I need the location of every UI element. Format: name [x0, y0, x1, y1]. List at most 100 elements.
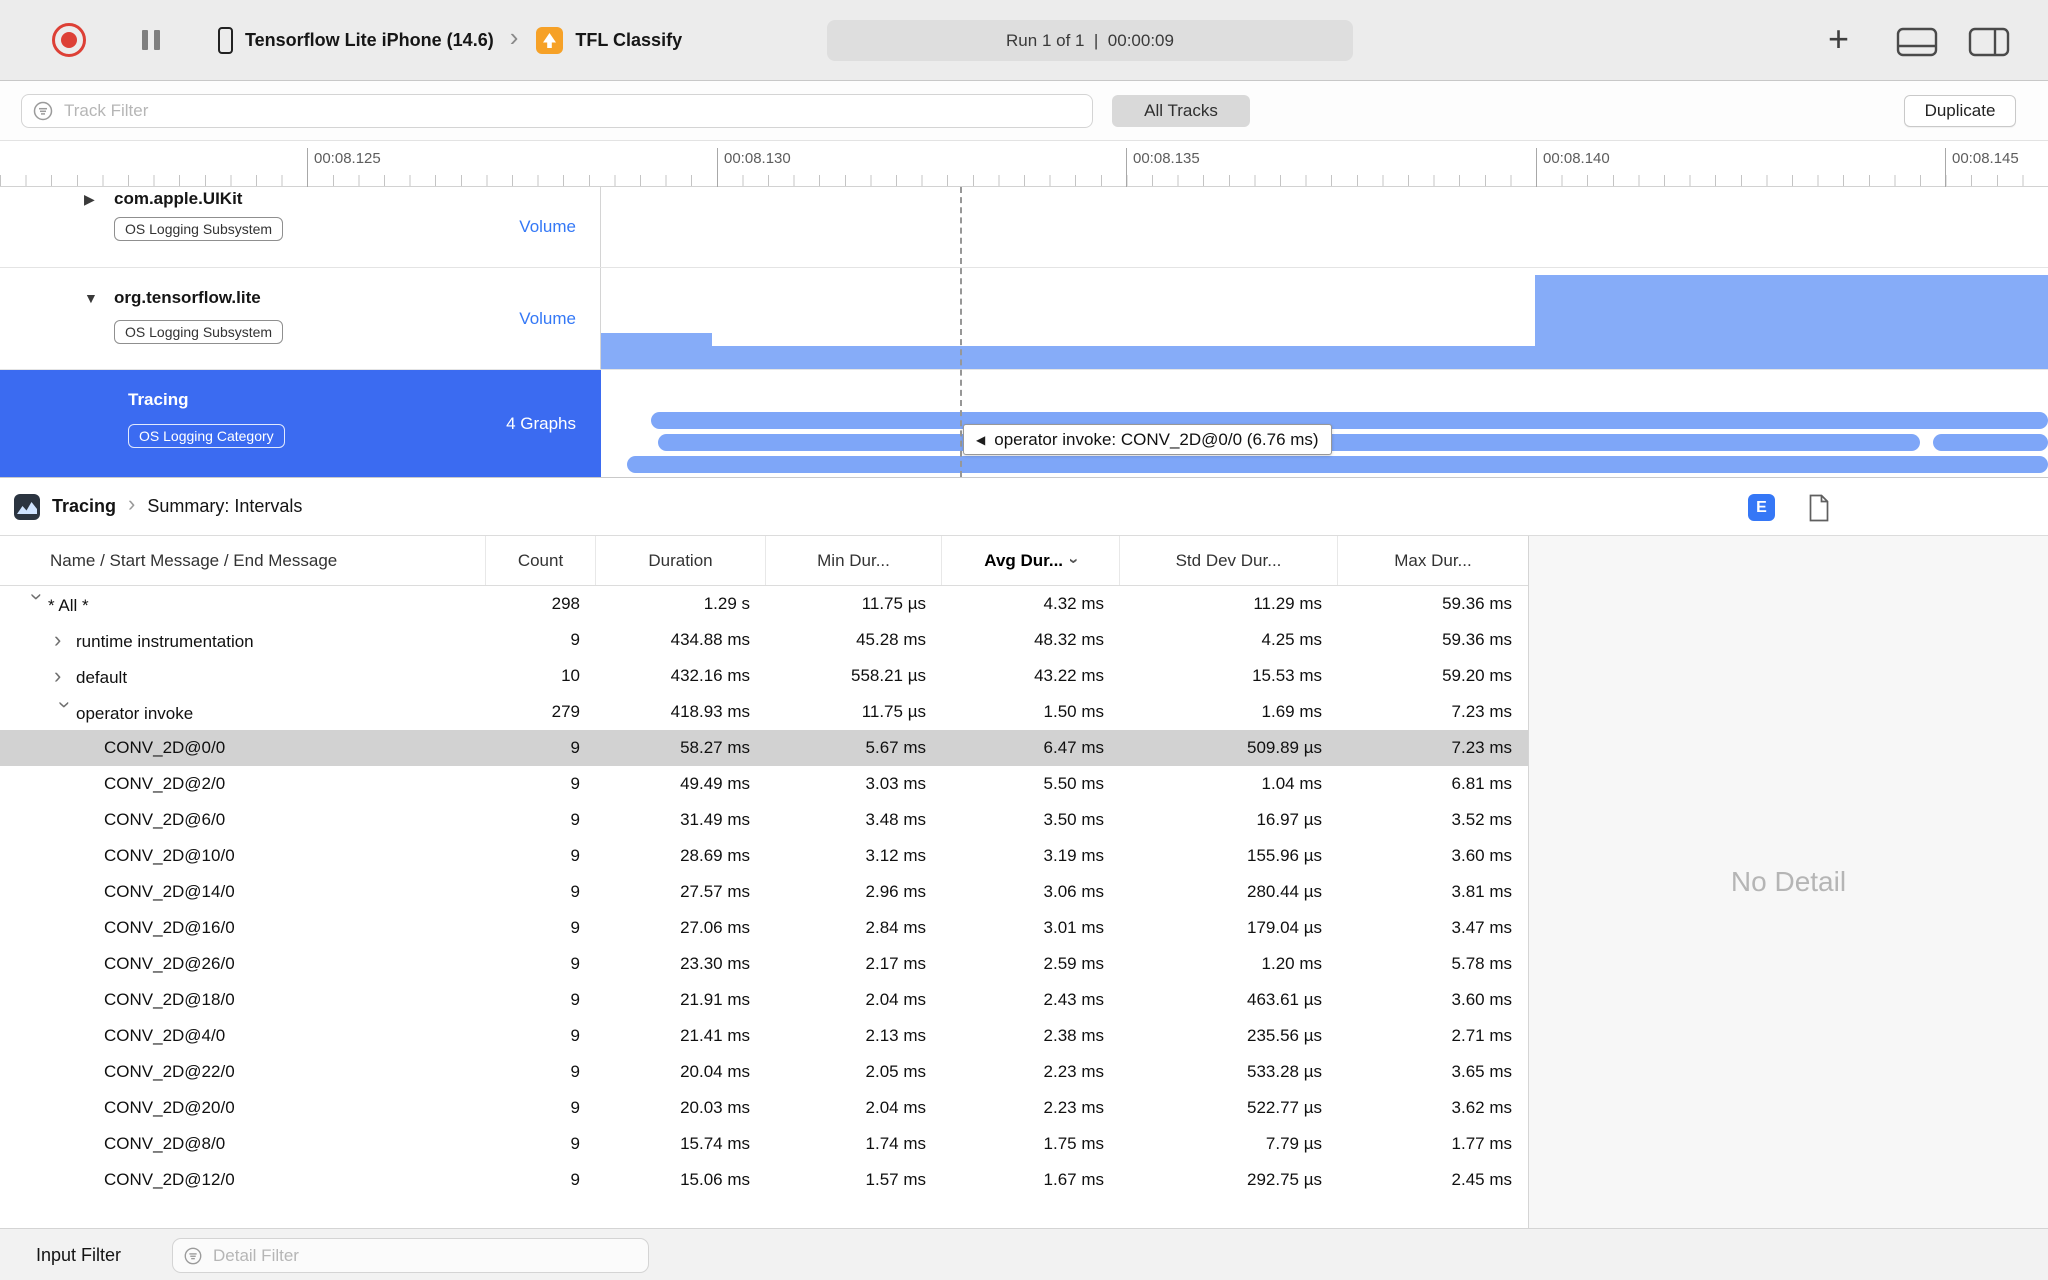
- row-name-cell: CONV_2D@22/0: [0, 1054, 486, 1090]
- column-header[interactable]: Max Dur...: [1338, 536, 1528, 585]
- row-name: CONV_2D@12/0: [104, 1170, 235, 1189]
- pause-button[interactable]: [142, 30, 160, 50]
- row-name-cell: › runtime instrumentation: [0, 622, 486, 658]
- table-row[interactable]: CONV_2D@0/0 9 58.27 ms 5.67 ms 6.47 ms 509.89…: [0, 730, 1528, 766]
- track-org-tensorflow-lite[interactable]: ▼ org.tensorflow.lite OS Logging Subsyst…: [0, 268, 2048, 370]
- device-selector[interactable]: Tensorflow Lite iPhone (14.6): [245, 30, 494, 51]
- cell-max: 1.77 ms: [1451, 1134, 1512, 1153]
- cell-max: 3.52 ms: [1451, 810, 1512, 829]
- row-name: CONV_2D@26/0: [104, 954, 235, 973]
- disclosure-chevron-icon[interactable]: ›: [54, 622, 76, 658]
- row-name: CONV_2D@16/0: [104, 918, 235, 937]
- duplicate-button[interactable]: Duplicate: [1904, 95, 2016, 127]
- track-filter-field[interactable]: [21, 94, 1093, 128]
- cell-min: 5.67 ms: [865, 738, 926, 757]
- cell-max: 3.62 ms: [1451, 1098, 1512, 1117]
- track-com-apple-uikit[interactable]: ▶ com.apple.UIKit OS Logging Subsystem V…: [0, 187, 2048, 268]
- tracing-lanes[interactable]: ◀ operator invoke: CONV_2D@0/0 (6.76 ms): [601, 370, 2048, 477]
- toggle-right-pane-button[interactable]: [1968, 27, 2010, 57]
- cell-max: 3.60 ms: [1451, 990, 1512, 1009]
- disclosure-triangle-icon[interactable]: ▼: [84, 290, 98, 306]
- volume-chart[interactable]: [601, 268, 2048, 369]
- inspector-panel: No Detail: [1528, 536, 2048, 1228]
- target-app-selector[interactable]: TFL Classify: [575, 30, 682, 51]
- track-filter-input[interactable]: [62, 100, 1082, 122]
- playhead-line[interactable]: [960, 187, 962, 477]
- cell-max: 3.65 ms: [1451, 1062, 1512, 1081]
- table-row[interactable]: ›operator invoke 279 418.93 ms 11.75 µs 1.50…: [0, 694, 1528, 730]
- table-row[interactable]: CONV_2D@18/0 9 21.91 ms 2.04 ms 2.43 ms 463.6…: [0, 982, 1528, 1018]
- table-row[interactable]: CONV_2D@10/0 9 28.69 ms 3.12 ms 3.19 ms 155.9…: [0, 838, 1528, 874]
- track-tracing[interactable]: Tracing OS Logging Category 4 Graphs ◀ o…: [0, 370, 2048, 477]
- cell-min: 2.04 ms: [865, 990, 926, 1009]
- filter-icon: [33, 101, 53, 121]
- interval-bar[interactable]: [1933, 434, 2048, 451]
- table-row[interactable]: CONV_2D@22/0 9 20.04 ms 2.05 ms 2.23 ms 533.2…: [0, 1054, 1528, 1090]
- table-row[interactable]: CONV_2D@2/0 9 49.49 ms 3.03 ms 5.50 ms 1.04 m…: [0, 766, 1528, 802]
- cell-count: 9: [570, 1062, 580, 1081]
- cell-max: 59.20 ms: [1442, 666, 1512, 685]
- disclosure-chevron-icon[interactable]: ›: [19, 593, 55, 615]
- column-header[interactable]: Name / Start Message / End Message: [0, 536, 486, 585]
- breadcrumb-view[interactable]: Summary: Intervals: [147, 496, 302, 517]
- ruler-time-label: 00:08.125: [307, 148, 381, 187]
- column-header-label: Duration: [648, 551, 713, 570]
- track-header[interactable]: Tracing OS Logging Category 4 Graphs: [0, 370, 601, 477]
- breadcrumb-instrument[interactable]: Tracing: [52, 496, 116, 517]
- add-instrument-button[interactable]: +: [1828, 18, 1849, 60]
- table-row[interactable]: CONV_2D@6/0 9 31.49 ms 3.48 ms 3.50 ms 16.97 …: [0, 802, 1528, 838]
- table-row[interactable]: CONV_2D@26/0 9 23.30 ms 2.17 ms 2.59 ms 1.20 …: [0, 946, 1528, 982]
- timeline-ruler[interactable]: 00:08.125 00:08.130 00:08.135 00:08.140 00:0…: [0, 141, 2048, 187]
- disclosure-triangle-icon[interactable]: ▶: [84, 191, 95, 208]
- bottom-bar: Input Filter: [0, 1228, 2048, 1280]
- cell-min: 2.17 ms: [865, 954, 926, 973]
- cell-avg: 3.19 ms: [1043, 846, 1104, 865]
- cell-std: 280.44 µs: [1246, 882, 1322, 901]
- table-row[interactable]: CONV_2D@12/0 9 15.06 ms 1.57 ms 1.67 ms 292.7…: [0, 1162, 1528, 1198]
- cell-avg: 2.59 ms: [1043, 954, 1104, 973]
- disclosure-chevron-icon[interactable]: ›: [54, 658, 76, 694]
- table-row[interactable]: CONV_2D@14/0 9 27.57 ms 2.96 ms 3.06 ms 280.4…: [0, 874, 1528, 910]
- cell-min: 1.57 ms: [865, 1170, 926, 1189]
- cell-duration: 15.74 ms: [680, 1134, 750, 1153]
- table-row[interactable]: CONV_2D@16/0 9 27.06 ms 2.84 ms 3.01 ms 179.0…: [0, 910, 1528, 946]
- toggle-bottom-pane-button[interactable]: [1896, 27, 1938, 57]
- expanded-detail-button[interactable]: E: [1748, 494, 1775, 521]
- uikit-track-chart[interactable]: [601, 187, 2048, 267]
- cell-max: 59.36 ms: [1442, 594, 1512, 613]
- table-row[interactable]: CONV_2D@20/0 9 20.03 ms 2.04 ms 2.23 ms 522.7…: [0, 1090, 1528, 1126]
- detail-filter-input[interactable]: [211, 1244, 638, 1267]
- run-status-text: Run 1 of 1 | 00:00:09: [1006, 30, 1174, 50]
- cell-count: 9: [570, 918, 580, 937]
- cell-max: 7.23 ms: [1451, 702, 1512, 721]
- volume-bar: [601, 332, 712, 369]
- all-tracks-button[interactable]: All Tracks: [1112, 95, 1250, 127]
- interval-bar[interactable]: [651, 412, 2048, 429]
- column-header-label: Max Dur...: [1394, 551, 1472, 570]
- track-header[interactable]: ▼ org.tensorflow.lite OS Logging Subsyst…: [0, 268, 601, 369]
- column-header[interactable]: Min Dur...: [766, 536, 942, 585]
- table-row[interactable]: ›* All * 298 1.29 s 11.75 µs 4.32 ms 11.29 ms…: [0, 586, 1528, 622]
- volume-bar: [712, 345, 1535, 369]
- track-header[interactable]: ▶ com.apple.UIKit OS Logging Subsystem V…: [0, 187, 601, 267]
- row-name-cell: CONV_2D@6/0: [0, 802, 486, 838]
- table-row[interactable]: › default 10 432.16 ms 558.21 µs 43.22 ms 15.5…: [0, 658, 1528, 694]
- record-button[interactable]: [52, 23, 86, 57]
- track-title: com.apple.UIKit: [114, 189, 243, 208]
- cell-max: 7.23 ms: [1451, 738, 1512, 757]
- column-header[interactable]: Avg Dur... ›: [942, 536, 1120, 585]
- cell-min: 3.12 ms: [865, 846, 926, 865]
- input-filter-menu[interactable]: Input Filter: [36, 1229, 121, 1280]
- interval-bar[interactable]: [627, 456, 2048, 473]
- document-icon[interactable]: [1808, 494, 1830, 522]
- cell-std: 15.53 ms: [1252, 666, 1322, 685]
- row-name-cell: CONV_2D@26/0: [0, 946, 486, 982]
- detail-filter-field[interactable]: [172, 1238, 649, 1273]
- table-row[interactable]: CONV_2D@4/0 9 21.41 ms 2.13 ms 2.38 ms 235.56…: [0, 1018, 1528, 1054]
- column-header[interactable]: Duration: [596, 536, 766, 585]
- table-row[interactable]: CONV_2D@8/0 9 15.74 ms 1.74 ms 1.75 ms 7.79 µ…: [0, 1126, 1528, 1162]
- column-header[interactable]: Count: [486, 536, 596, 585]
- disclosure-chevron-icon[interactable]: ›: [47, 701, 83, 723]
- table-row[interactable]: › runtime instrumentation 9 434.88 ms 45.28 …: [0, 622, 1528, 658]
- column-header[interactable]: Std Dev Dur...: [1120, 536, 1338, 585]
